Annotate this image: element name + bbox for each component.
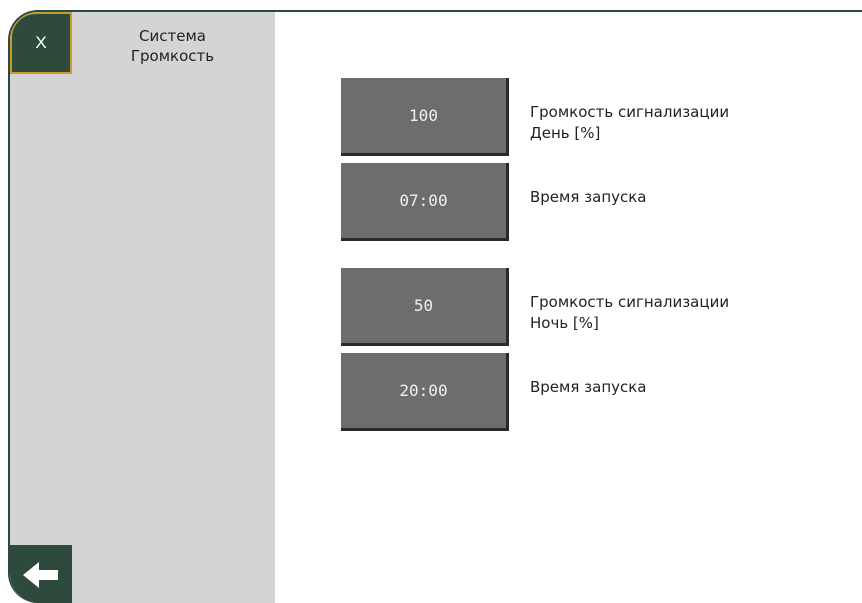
night-volume-value: 50 <box>413 296 434 315</box>
settings-panel: X Система Громкость 100 Громкость сигнал… <box>8 10 862 603</box>
day-start-time-value: 07:00 <box>399 191 448 210</box>
night-start-time-button[interactable]: 20:00 <box>341 353 509 431</box>
sidebar: X Система Громкость <box>10 12 275 603</box>
night-volume-button[interactable]: 50 <box>341 268 509 346</box>
screen: X Система Громкость 100 Громкость сигнал… <box>0 0 862 603</box>
back-button[interactable] <box>10 545 72 603</box>
night-start-time-label: Время запуска <box>530 378 647 396</box>
back-arrow-icon <box>23 562 58 588</box>
close-button[interactable]: X <box>10 12 72 74</box>
page-title-line1: Система <box>139 27 206 45</box>
page-title: Система Громкость <box>90 26 255 66</box>
day-volume-label-line2: День [%] <box>530 124 601 142</box>
night-volume-label-line2: Ночь [%] <box>530 314 599 332</box>
day-start-time-label: Время запуска <box>530 188 647 206</box>
night-volume-label: Громкость сигнализации Ночь [%] <box>530 292 729 334</box>
page-title-line2: Громкость <box>130 47 215 65</box>
night-volume-label-line1: Громкость сигнализации <box>530 293 730 311</box>
day-volume-value: 100 <box>409 106 438 125</box>
day-volume-label-line1: Громкость сигнализации <box>530 103 730 121</box>
night-start-time-value: 20:00 <box>399 381 448 400</box>
day-volume-label: Громкость сигнализации День [%] <box>530 102 729 144</box>
day-start-time-button[interactable]: 07:00 <box>341 163 509 241</box>
close-icon: X <box>35 33 47 52</box>
day-volume-button[interactable]: 100 <box>341 78 509 156</box>
